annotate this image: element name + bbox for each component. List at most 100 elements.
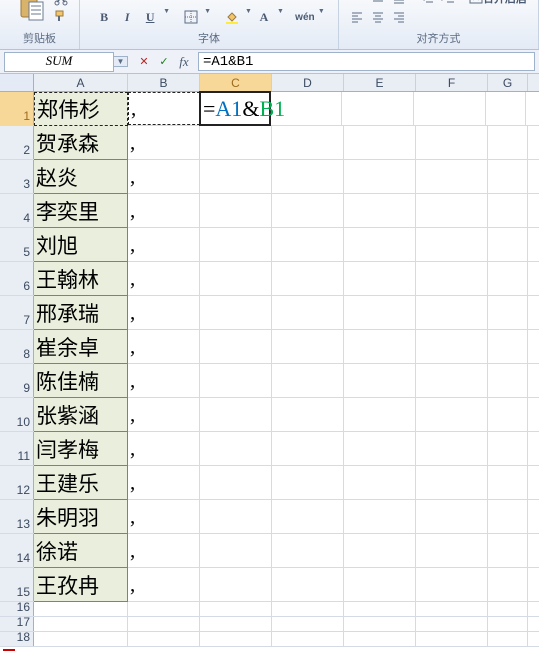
cell[interactable] (416, 398, 488, 431)
cell[interactable] (272, 296, 344, 329)
cell[interactable] (272, 632, 344, 646)
row-header[interactable]: 17 (0, 617, 34, 631)
cell[interactable]: , (128, 126, 200, 159)
cell[interactable] (200, 160, 272, 193)
name-box-input[interactable]: SUM (4, 52, 114, 72)
cell[interactable] (344, 432, 416, 465)
cell[interactable] (200, 632, 272, 646)
cell[interactable] (488, 617, 528, 631)
cell[interactable]: 贺承森 (34, 126, 128, 160)
cell[interactable] (272, 228, 344, 261)
cell[interactable] (200, 262, 272, 295)
cut-button[interactable] (53, 0, 69, 7)
cell[interactable] (488, 330, 528, 363)
cell[interactable] (344, 330, 416, 363)
cell[interactable] (414, 92, 486, 125)
cell[interactable] (272, 568, 344, 601)
cell[interactable]: , (128, 160, 200, 193)
column-header-a[interactable]: A (34, 74, 128, 91)
cell[interactable] (272, 126, 344, 159)
cell[interactable] (200, 228, 272, 261)
cell[interactable] (344, 398, 416, 431)
row-header[interactable]: 8 (0, 330, 34, 363)
cell[interactable] (34, 632, 128, 646)
cell[interactable] (416, 262, 488, 295)
cell[interactable] (272, 194, 344, 227)
bold-button[interactable]: B (93, 8, 115, 26)
column-header-f[interactable]: F (416, 74, 488, 91)
row-header[interactable]: 12 (0, 466, 34, 499)
row-header[interactable]: 10 (0, 398, 34, 431)
cell[interactable] (416, 160, 488, 193)
column-header-c[interactable]: C (200, 74, 272, 91)
format-painter-button[interactable] (53, 8, 69, 24)
cell[interactable] (272, 432, 344, 465)
row-header[interactable]: 6 (0, 262, 34, 295)
cell[interactable] (272, 160, 344, 193)
cell[interactable]: , (128, 466, 200, 499)
cell[interactable] (128, 617, 200, 631)
cell[interactable] (416, 602, 488, 616)
cell[interactable]: , (128, 534, 200, 567)
cell[interactable] (488, 228, 528, 261)
cell[interactable] (342, 92, 414, 125)
insert-function-button[interactable]: fx (176, 54, 192, 70)
cell[interactable] (416, 432, 488, 465)
cell[interactable] (200, 398, 272, 431)
cell[interactable]: 王翰林 (34, 262, 128, 296)
cell[interactable] (344, 602, 416, 616)
cell[interactable]: 刘旭 (34, 228, 128, 262)
chevron-down-icon[interactable]: ▼ (163, 8, 170, 26)
cell[interactable]: , (128, 194, 200, 227)
cell[interactable] (416, 632, 488, 646)
cell[interactable] (344, 534, 416, 567)
cell[interactable] (272, 330, 344, 363)
cell[interactable]: , (128, 330, 200, 363)
row-header[interactable]: 1 (0, 92, 34, 125)
cell[interactable] (344, 364, 416, 397)
cell[interactable] (488, 160, 528, 193)
cell[interactable] (488, 500, 528, 533)
cell[interactable] (200, 534, 272, 567)
chevron-down-icon[interactable]: ▼ (318, 8, 325, 26)
cell[interactable] (416, 466, 488, 499)
cell[interactable] (416, 296, 488, 329)
cell[interactable] (200, 296, 272, 329)
cell[interactable]: , (128, 568, 200, 601)
cell[interactable] (344, 568, 416, 601)
cell[interactable] (416, 364, 488, 397)
cell[interactable] (272, 466, 344, 499)
cell[interactable]: , (128, 228, 200, 261)
cell[interactable] (344, 160, 416, 193)
cell[interactable] (416, 534, 488, 567)
cell[interactable] (272, 364, 344, 397)
cell[interactable] (488, 126, 528, 159)
cell[interactable]: , (128, 364, 200, 397)
cell[interactable] (344, 500, 416, 533)
merge-cells-button[interactable]: 合并后居 (466, 0, 530, 7)
cell[interactable] (416, 617, 488, 631)
cell[interactable] (272, 262, 344, 295)
cell[interactable] (272, 500, 344, 533)
cell[interactable] (200, 568, 272, 601)
cell[interactable]: , (128, 296, 200, 329)
align-right-button[interactable] (389, 8, 409, 26)
cell[interactable] (488, 398, 528, 431)
cell[interactable] (34, 602, 128, 616)
cell[interactable]: 闫孝梅 (34, 432, 128, 466)
cancel-button[interactable]: ✕ (136, 54, 152, 70)
border-button[interactable] (180, 8, 202, 26)
cell[interactable] (344, 126, 416, 159)
cell[interactable] (200, 364, 272, 397)
cell[interactable] (34, 617, 128, 631)
cell[interactable] (128, 632, 200, 646)
cell[interactable] (272, 602, 344, 616)
cell[interactable] (344, 262, 416, 295)
italic-button[interactable]: I (116, 8, 138, 26)
cell[interactable] (200, 500, 272, 533)
row-header[interactable]: 15 (0, 568, 34, 601)
cell[interactable] (488, 432, 528, 465)
row-header[interactable]: 16 (0, 602, 34, 616)
chevron-down-icon[interactable]: ▼ (204, 8, 211, 26)
column-header-d[interactable]: D (272, 74, 344, 91)
